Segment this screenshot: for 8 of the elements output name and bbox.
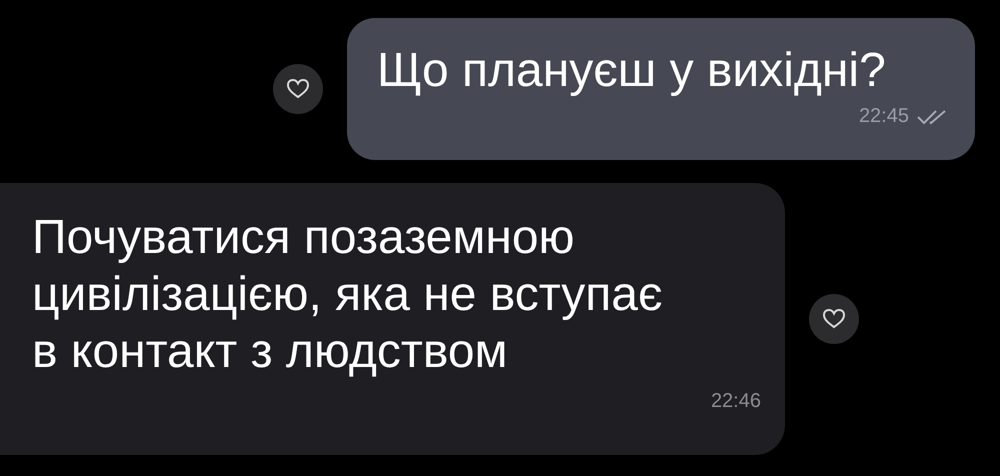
message-time: 22:45 [858, 105, 909, 128]
heart-icon [823, 309, 845, 329]
message-time: 22:46 [710, 390, 761, 413]
heart-icon [287, 79, 309, 99]
like-button[interactable] [809, 294, 859, 344]
message-text: Що плануєш у вихідні? [377, 43, 887, 99]
message-text: Почуватися позаземною цивілізацією, яка не вступає в контакт з людством [32, 210, 664, 380]
like-button[interactable] [273, 64, 323, 114]
